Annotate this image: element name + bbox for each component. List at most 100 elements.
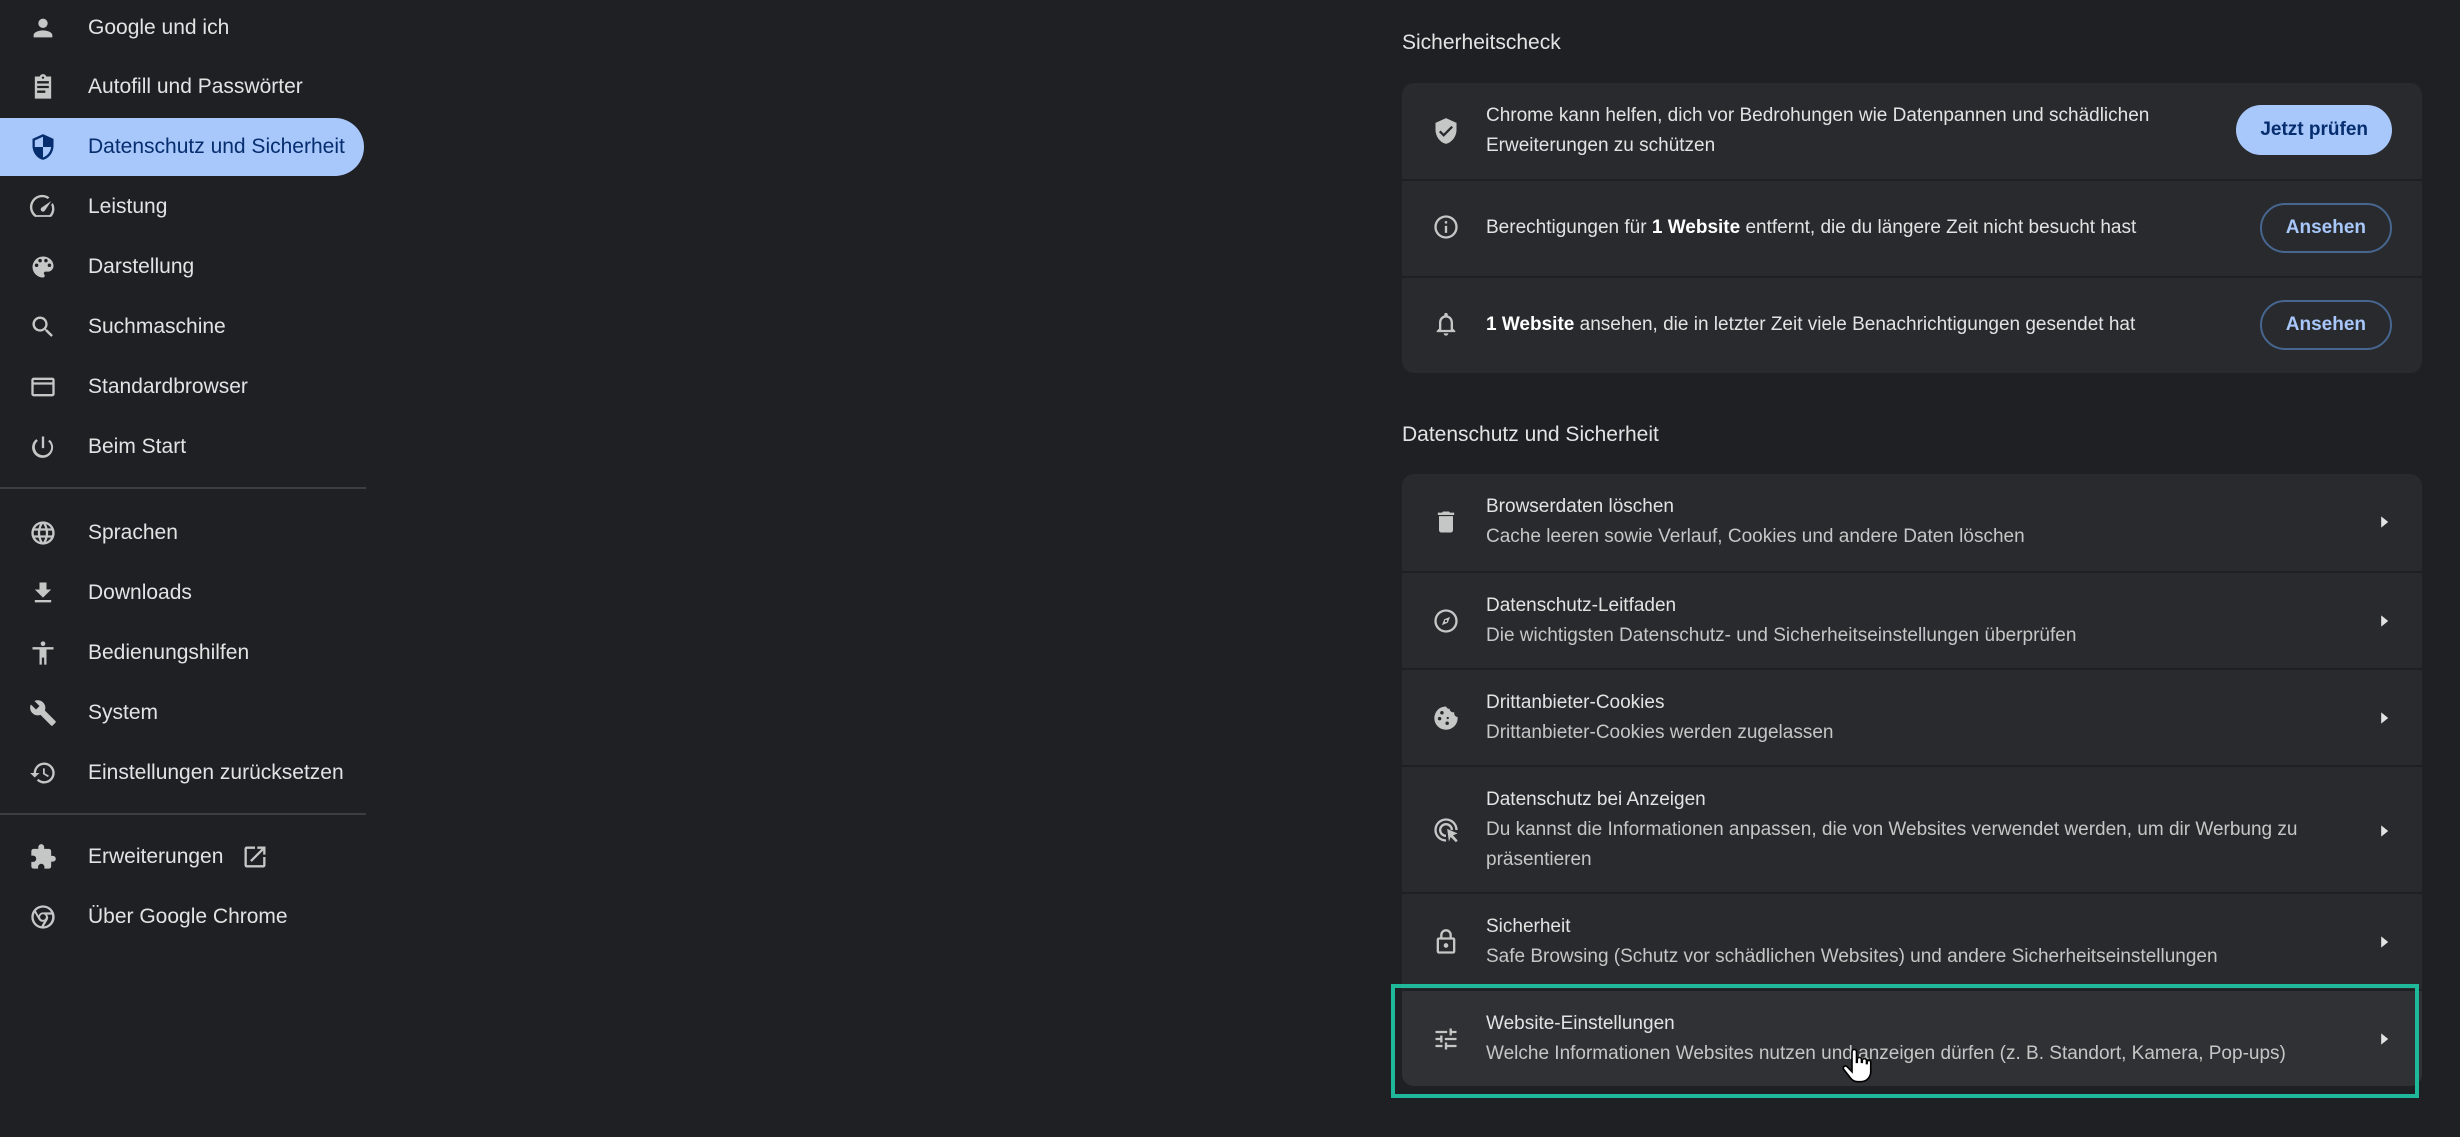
sidebar-item-google-und-ich[interactable]: Google und ich (0, 0, 229, 57)
row-subtitle: Du kannst die Informationen anpassen, di… (1486, 819, 2298, 840)
download-icon (26, 576, 60, 610)
sidebar-item-label: Downloads (88, 581, 192, 604)
row-subtitle: Drittanbieter-Cookies werden zugelassen (1486, 722, 1834, 743)
row-text: Datenschutz-Leitfaden Die wichtigsten Da… (1486, 591, 2076, 651)
privacy-row-browserdaten[interactable]: Browserdaten löschen Cache leeren sowie … (1402, 474, 2422, 571)
row-title: Website-Einstellungen (1486, 1013, 1675, 1034)
sidebar-item-erweiterungen[interactable]: Erweiterungen (0, 828, 271, 886)
info-icon (1426, 207, 1466, 247)
compass-guide-icon (1426, 601, 1466, 641)
sidebar-item-datenschutz[interactable]: Datenschutz und Sicherheit (0, 118, 364, 176)
arrow-right-icon (2376, 710, 2392, 726)
row-title: Datenschutz bei Anzeigen (1486, 789, 1706, 810)
accessibility-icon (26, 636, 60, 670)
sidebar-item-zuruecksetzen[interactable]: Einstellungen zurücksetzen (0, 744, 344, 802)
sidebar-item-system[interactable]: System (0, 684, 158, 742)
text-segment-bold: 1 Website (1651, 217, 1741, 238)
row-title: Drittanbieter-Cookies (1486, 692, 1665, 713)
row-subtitle: Die wichtigsten Datenschutz- und Sicherh… (1486, 625, 2077, 646)
row-text: Website-Einstellungen Welche Information… (1486, 1009, 2286, 1069)
notifications-text: 1 Website ansehen, die in letzter Zeit v… (1486, 310, 2135, 340)
sidebar-item-label: Sprachen (88, 521, 178, 544)
history-reset-icon (26, 756, 60, 790)
permissions-text: Berechtigungen für 1 Website entfernt, d… (1486, 213, 2136, 243)
arrow-right-icon (2376, 514, 2392, 530)
sidebar-item-standardbrowser[interactable]: Standardbrowser (0, 358, 248, 416)
globe-icon (26, 516, 60, 550)
open-external-icon (241, 842, 271, 872)
ansehen-notifications-button[interactable]: Ansehen (2259, 300, 2392, 350)
safety-check-text-line2: Erweiterungen zu schützen (1486, 135, 1716, 156)
row-title: Browserdaten löschen (1486, 496, 1674, 517)
sidebar-item-label: Beim Start (88, 435, 187, 458)
browser-window-icon (26, 370, 60, 404)
row-text: Browserdaten löschen Cache leeren sowie … (1486, 492, 2025, 552)
settings-sidebar: Google und ich Autofill und Passwörter D… (0, 0, 366, 1137)
sidebar-divider (0, 813, 366, 815)
arrow-right-icon (2376, 823, 2392, 839)
safety-check-text-line1: Chrome kann helfen, dich vor Bedrohungen… (1486, 105, 2150, 126)
privacy-row-website-einstellungen[interactable]: Website-Einstellungen Welche Information… (1402, 989, 2422, 1086)
privacy-row-leitfaden[interactable]: Datenschutz-Leitfaden Die wichtigsten Da… (1402, 571, 2422, 668)
arrow-right-icon (2376, 1031, 2392, 1047)
sidebar-item-label: Erweiterungen (88, 845, 224, 868)
safety-check-heading: Sicherheitscheck (1402, 31, 1561, 54)
privacy-row-sicherheit[interactable]: Sicherheit Safe Browsing (Schutz vor sch… (1402, 892, 2422, 989)
sidebar-item-autofill[interactable]: Autofill und Passwörter (0, 58, 303, 116)
trash-icon (1426, 502, 1466, 542)
sidebar-item-ueber-chrome[interactable]: Über Google Chrome (0, 888, 288, 946)
text-segment: Berechtigungen für (1486, 217, 1652, 238)
row-text: Sicherheit Safe Browsing (Schutz vor sch… (1486, 912, 2218, 972)
row-subtitle: Cache leeren sowie Verlauf, Cookies und … (1486, 526, 2025, 547)
text-segment: ansehen, die in letzter Zeit viele Benac… (1574, 314, 2136, 335)
privacy-card: Browserdaten löschen Cache leeren sowie … (1402, 474, 2422, 1086)
sidebar-item-bedienungshilfen[interactable]: Bedienungshilfen (0, 624, 249, 682)
sidebar-item-beim-start[interactable]: Beim Start (0, 418, 186, 476)
row-title: Sicherheit (1486, 916, 1571, 937)
sidebar-item-label: Autofill und Passwörter (88, 75, 303, 98)
sidebar-item-sprachen[interactable]: Sprachen (0, 504, 178, 562)
sidebar-item-label: Leistung (88, 195, 168, 218)
shield-check-icon (1426, 111, 1466, 151)
jetzt-pruefen-button[interactable]: Jetzt prüfen (2236, 105, 2392, 155)
text-segment: entfernt, die du längere Zeit nicht besu… (1740, 217, 2137, 238)
privacy-row-anzeigen[interactable]: Datenschutz bei Anzeigen Du kannst die I… (1402, 765, 2422, 892)
speedometer-icon (26, 190, 60, 224)
safety-check-row-permissions: Berechtigungen für 1 Website entfernt, d… (1402, 179, 2422, 276)
sidebar-item-label: Datenschutz und Sicherheit (88, 135, 345, 158)
row-text: Datenschutz bei Anzeigen Du kannst die I… (1486, 785, 2297, 875)
sidebar-item-leistung[interactable]: Leistung (0, 178, 167, 236)
sidebar-item-darstellung[interactable]: Darstellung (0, 238, 194, 296)
arrow-right-icon (2376, 613, 2392, 629)
tune-sliders-icon (1426, 1019, 1466, 1059)
power-icon (26, 430, 60, 464)
ad-privacy-icon (1426, 810, 1466, 850)
row-subtitle: Welche Informationen Websites nutzen und… (1486, 1043, 2286, 1064)
sidebar-item-label: Darstellung (88, 255, 195, 278)
safety-check-card: Chrome kann helfen, dich vor Bedrohungen… (1402, 83, 2422, 373)
clipboard-icon (26, 70, 60, 104)
sidebar-item-label: Über Google Chrome (88, 905, 288, 928)
safety-check-description: Chrome kann helfen, dich vor Bedrohungen… (1486, 101, 2149, 161)
search-icon (26, 310, 60, 344)
privacy-row-cookies[interactable]: Drittanbieter-Cookies Drittanbieter-Cook… (1402, 668, 2422, 765)
cookie-icon (1426, 698, 1466, 738)
sidebar-item-label: Suchmaschine (88, 315, 226, 338)
lock-icon (1426, 922, 1466, 962)
sidebar-item-suchmaschine[interactable]: Suchmaschine (0, 298, 226, 356)
person-icon (26, 11, 60, 45)
row-subtitle: Safe Browsing (Schutz vor schädlichen We… (1486, 946, 2218, 967)
hand-cursor-icon (1842, 1048, 1872, 1083)
safety-check-row-notifications: 1 Website ansehen, die in letzter Zeit v… (1402, 276, 2422, 373)
chrome-icon (26, 900, 60, 934)
sidebar-item-downloads[interactable]: Downloads (0, 564, 192, 622)
ansehen-permissions-button[interactable]: Ansehen (2259, 203, 2392, 253)
arrow-right-icon (2376, 934, 2392, 950)
sidebar-item-label: Bedienungshilfen (88, 641, 250, 664)
sidebar-item-label: Google und ich (88, 16, 230, 39)
row-title: Datenschutz-Leitfaden (1486, 595, 1677, 616)
row-subtitle-line2: präsentieren (1486, 849, 1592, 870)
sidebar-item-label: System (88, 701, 159, 724)
sidebar-item-label: Einstellungen zurücksetzen (88, 761, 344, 784)
row-text: Drittanbieter-Cookies Drittanbieter-Cook… (1486, 688, 1833, 748)
